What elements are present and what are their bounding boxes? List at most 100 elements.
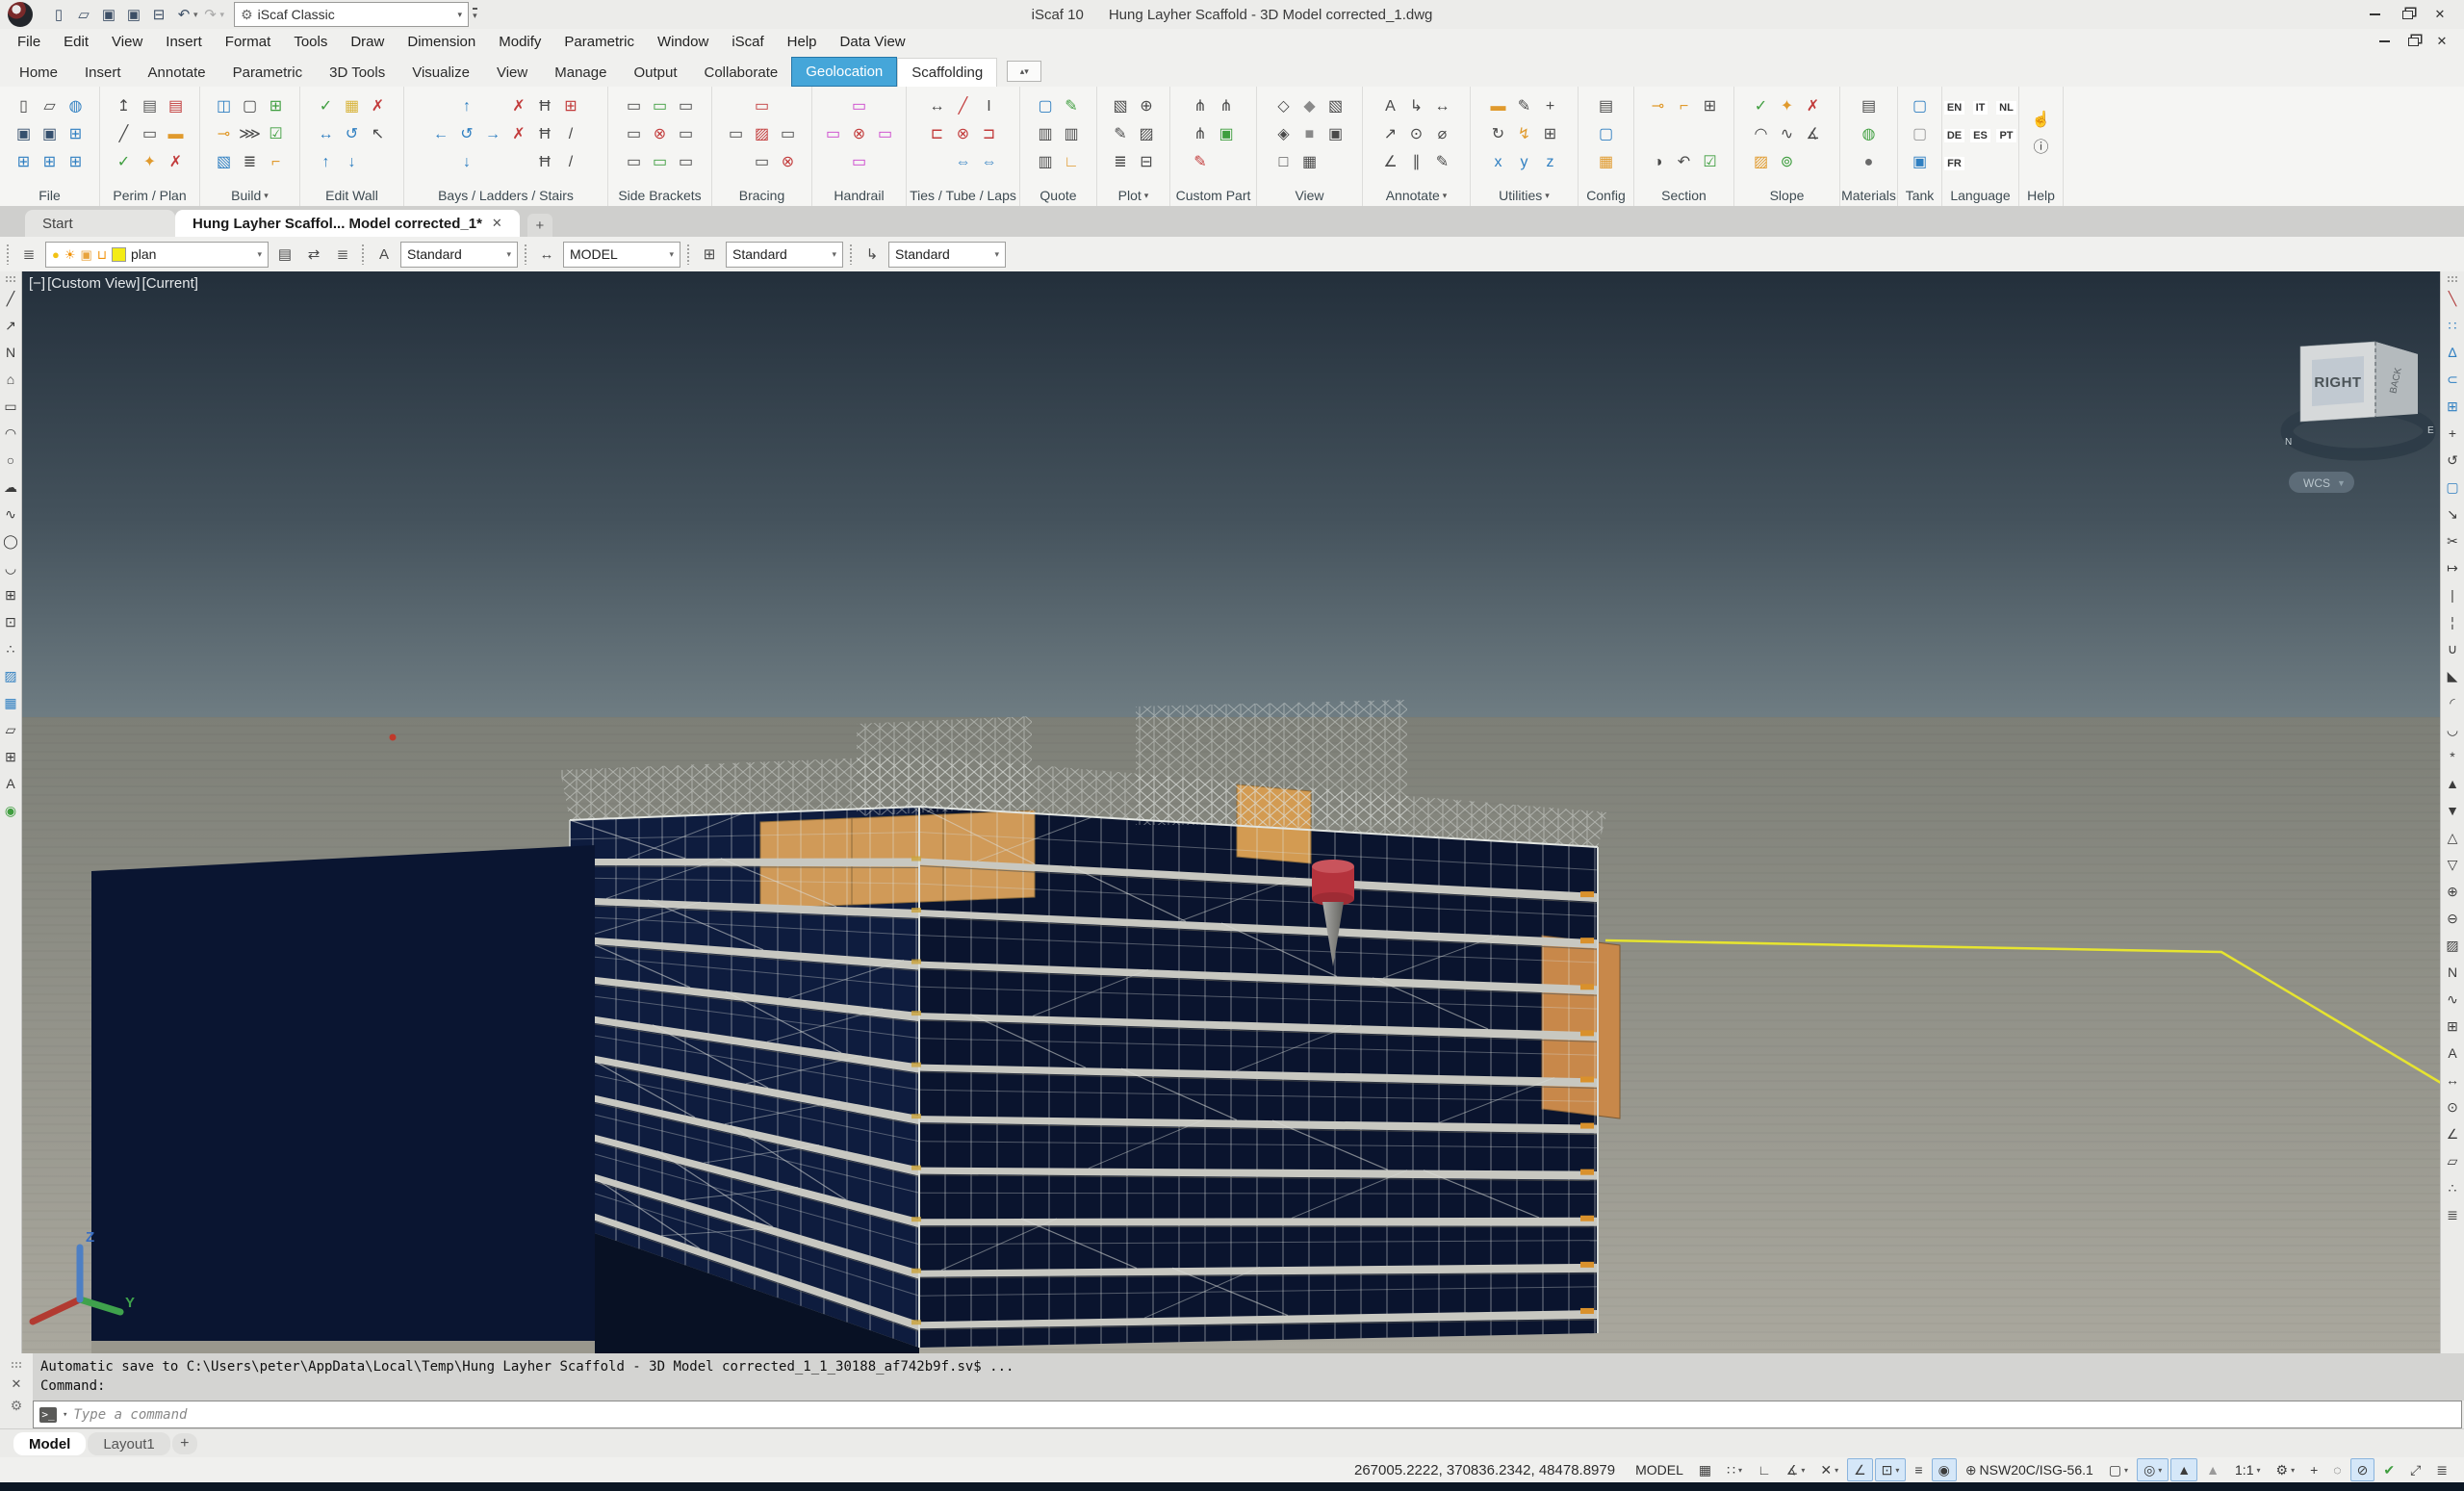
table-style-icon[interactable]: ⊞ bbox=[697, 242, 722, 267]
crosshair-button[interactable]: + bbox=[2303, 1458, 2324, 1481]
qat-save-as-button[interactable]: ▣ bbox=[121, 3, 146, 26]
panel-label-bracing[interactable]: Bracing bbox=[712, 185, 811, 206]
mark-measure-icon[interactable]: ✎ bbox=[1513, 94, 1536, 119]
qat-open-button[interactable]: ▱ bbox=[71, 3, 96, 26]
id-point-icon[interactable]: ∴ bbox=[2442, 1174, 2463, 1201]
chamfer-icon[interactable]: ◣ bbox=[2442, 662, 2463, 689]
measure-quote-icon[interactable]: ∟ bbox=[1060, 150, 1083, 175]
tab-geolocation[interactable]: Geolocation bbox=[791, 57, 898, 87]
toolbar-grip[interactable] bbox=[6, 244, 11, 265]
workspace-switch-button[interactable]: ⚙ ▾ bbox=[2270, 1458, 2302, 1481]
table-icon[interactable]: ⊞ bbox=[0, 743, 21, 770]
plot-3d-icon[interactable]: ▧ bbox=[1109, 94, 1132, 119]
text-style-icon[interactable]: A bbox=[372, 242, 397, 267]
panel-label-view[interactable]: View bbox=[1257, 185, 1362, 206]
panel-label-bays[interactable]: Bays / Ladders / Stairs bbox=[404, 185, 607, 206]
dim-linear-icon[interactable]: ↔ bbox=[1431, 94, 1454, 119]
toolbar-grip[interactable] bbox=[361, 244, 366, 265]
import-plan-icon[interactable]: ↥ bbox=[113, 94, 136, 119]
compass-e-label[interactable]: E bbox=[2427, 425, 2434, 436]
tab-insert[interactable]: Insert bbox=[71, 59, 135, 87]
menu-window[interactable]: Window bbox=[646, 29, 720, 54]
handrail-left-icon[interactable]: ▭ bbox=[822, 122, 845, 147]
open-drawing-icon[interactable]: ▱ bbox=[38, 94, 62, 119]
join-icon[interactable]: ∪ bbox=[2442, 635, 2463, 662]
view-nested-icon[interactable]: ▣ bbox=[1324, 122, 1348, 147]
draw-perimeter-icon[interactable]: ╱ bbox=[113, 122, 136, 147]
bracket-bottom-icon[interactable]: ▭ bbox=[623, 150, 646, 175]
lang-es-button[interactable]: ES bbox=[1970, 129, 1990, 142]
save-web-icon[interactable]: ◍ bbox=[64, 94, 88, 119]
measure-radius-icon[interactable]: ⊙ bbox=[2442, 1093, 2463, 1120]
menu-format[interactable]: Format bbox=[214, 29, 283, 54]
color-points-icon[interactable]: ◉ bbox=[0, 797, 21, 824]
edit-polyline-icon[interactable]: N bbox=[2442, 959, 2463, 986]
tank-add-icon[interactable]: ▣ bbox=[1909, 150, 1932, 175]
customization-button[interactable]: ≣ bbox=[2429, 1458, 2454, 1481]
dim-diameter-icon[interactable]: ⌀ bbox=[1431, 122, 1454, 147]
tab-view[interactable]: View bbox=[483, 59, 541, 87]
delete-wall-icon[interactable]: ✗ bbox=[367, 94, 390, 119]
layer-manager-button[interactable]: ≣ bbox=[330, 242, 355, 267]
plot-edit-icon[interactable]: ✎ bbox=[1109, 122, 1132, 147]
mtext-icon[interactable]: A bbox=[0, 770, 21, 797]
menu-data-view[interactable]: Data View bbox=[829, 29, 917, 54]
polyline-icon[interactable]: N bbox=[0, 339, 21, 366]
widen-wall-icon[interactable]: ↔ bbox=[315, 122, 338, 147]
bracket-corner-icon[interactable]: ▭ bbox=[675, 94, 698, 119]
panel-label-edit-wall[interactable]: Edit Wall bbox=[300, 185, 403, 206]
widen-tie-icon[interactable]: ⇔ bbox=[952, 150, 975, 175]
build-sequence-icon[interactable]: ⋙ bbox=[239, 122, 262, 147]
tab-3d-tools[interactable]: 3D Tools bbox=[316, 59, 398, 87]
toolbar-grip[interactable] bbox=[5, 275, 16, 283]
break-icon[interactable]: ¦ bbox=[2442, 608, 2463, 635]
section-grid-icon[interactable]: ⊞ bbox=[1699, 94, 1722, 119]
gradient-icon[interactable]: ▦ bbox=[0, 689, 21, 716]
pan-hand-icon[interactable]: ☝ bbox=[2030, 108, 2053, 133]
ladder-icon-3[interactable]: Ħ bbox=[533, 150, 556, 175]
save-icon[interactable]: ▣ bbox=[13, 122, 36, 147]
panel-label-config[interactable]: Config bbox=[1578, 185, 1633, 206]
clean-screen-button[interactable]: ⤢ bbox=[2403, 1458, 2427, 1481]
slope-hint-icon[interactable]: ✦ bbox=[1776, 94, 1799, 119]
toolbar-grip[interactable] bbox=[686, 244, 691, 265]
create-block-icon[interactable]: ⊡ bbox=[0, 608, 21, 635]
delete-bracket-icon[interactable]: ⊗ bbox=[649, 122, 672, 147]
measure-plan-icon[interactable]: ▬ bbox=[165, 122, 188, 147]
delete-handrail-icon[interactable]: ⊗ bbox=[848, 122, 871, 147]
dwg-file-icon[interactable]: ▤ bbox=[139, 94, 162, 119]
tab-manage[interactable]: Manage bbox=[541, 59, 620, 87]
build-region-icon[interactable]: ▢ bbox=[239, 94, 262, 119]
panel-label-build[interactable]: Build ▾ bbox=[200, 185, 299, 206]
stair-grid-icon[interactable]: ⊞ bbox=[559, 94, 582, 119]
widen-tie-add-icon[interactable]: ⇔ bbox=[978, 150, 1001, 175]
trim-icon[interactable]: ✂ bbox=[2442, 527, 2463, 554]
doc-tab-close-icon[interactable]: ✕ bbox=[492, 216, 502, 231]
edit-hatch-icon[interactable]: ▨ bbox=[2442, 932, 2463, 959]
section-node-icon[interactable]: ⌐ bbox=[1673, 94, 1696, 119]
ellipse-arc-icon[interactable]: ◡ bbox=[0, 554, 21, 581]
part-add-icon[interactable]: ⋔ bbox=[1189, 94, 1212, 119]
dim-aligned-icon[interactable]: ↗ bbox=[1379, 122, 1402, 147]
model-space-button[interactable]: MODEL bbox=[1629, 1458, 1690, 1481]
text-edit-icon[interactable]: A bbox=[1379, 94, 1402, 119]
viewcube-face-label[interactable]: RIGHT bbox=[2314, 374, 2361, 391]
new-layout-button[interactable]: + bbox=[171, 1433, 197, 1454]
transparency-toggle-button[interactable]: ▢ ▾ bbox=[2102, 1458, 2135, 1481]
move-icon[interactable]: + bbox=[2442, 420, 2463, 447]
bay-rotate-icon[interactable]: ↺ bbox=[455, 122, 478, 147]
print-icon[interactable]: ⊟ bbox=[1135, 150, 1158, 175]
menu-dimension[interactable]: Dimension bbox=[396, 29, 487, 54]
command-close-button[interactable]: ✕ bbox=[12, 1376, 22, 1392]
modify-wall-icon[interactable]: ▦ bbox=[341, 94, 364, 119]
ladder-icon[interactable]: Ħ bbox=[533, 94, 556, 119]
new-doc-tab-button[interactable]: + bbox=[526, 214, 552, 237]
qat-plot-button[interactable]: ⊟ bbox=[146, 3, 171, 26]
annotation-scale-button[interactable]: 1:1 ▾ bbox=[2228, 1458, 2267, 1481]
menu-parametric[interactable]: Parametric bbox=[552, 29, 646, 54]
measure-area-icon[interactable]: ▱ bbox=[2442, 1147, 2463, 1174]
tube-vertical-icon[interactable]: I bbox=[978, 94, 1001, 119]
mleader-style-combo[interactable]: Standard ▾ bbox=[888, 241, 1006, 268]
tab-scaffolding[interactable]: Scaffolding bbox=[897, 58, 998, 87]
snap-toggle-button[interactable]: ∷ ▾ bbox=[1720, 1458, 1749, 1481]
